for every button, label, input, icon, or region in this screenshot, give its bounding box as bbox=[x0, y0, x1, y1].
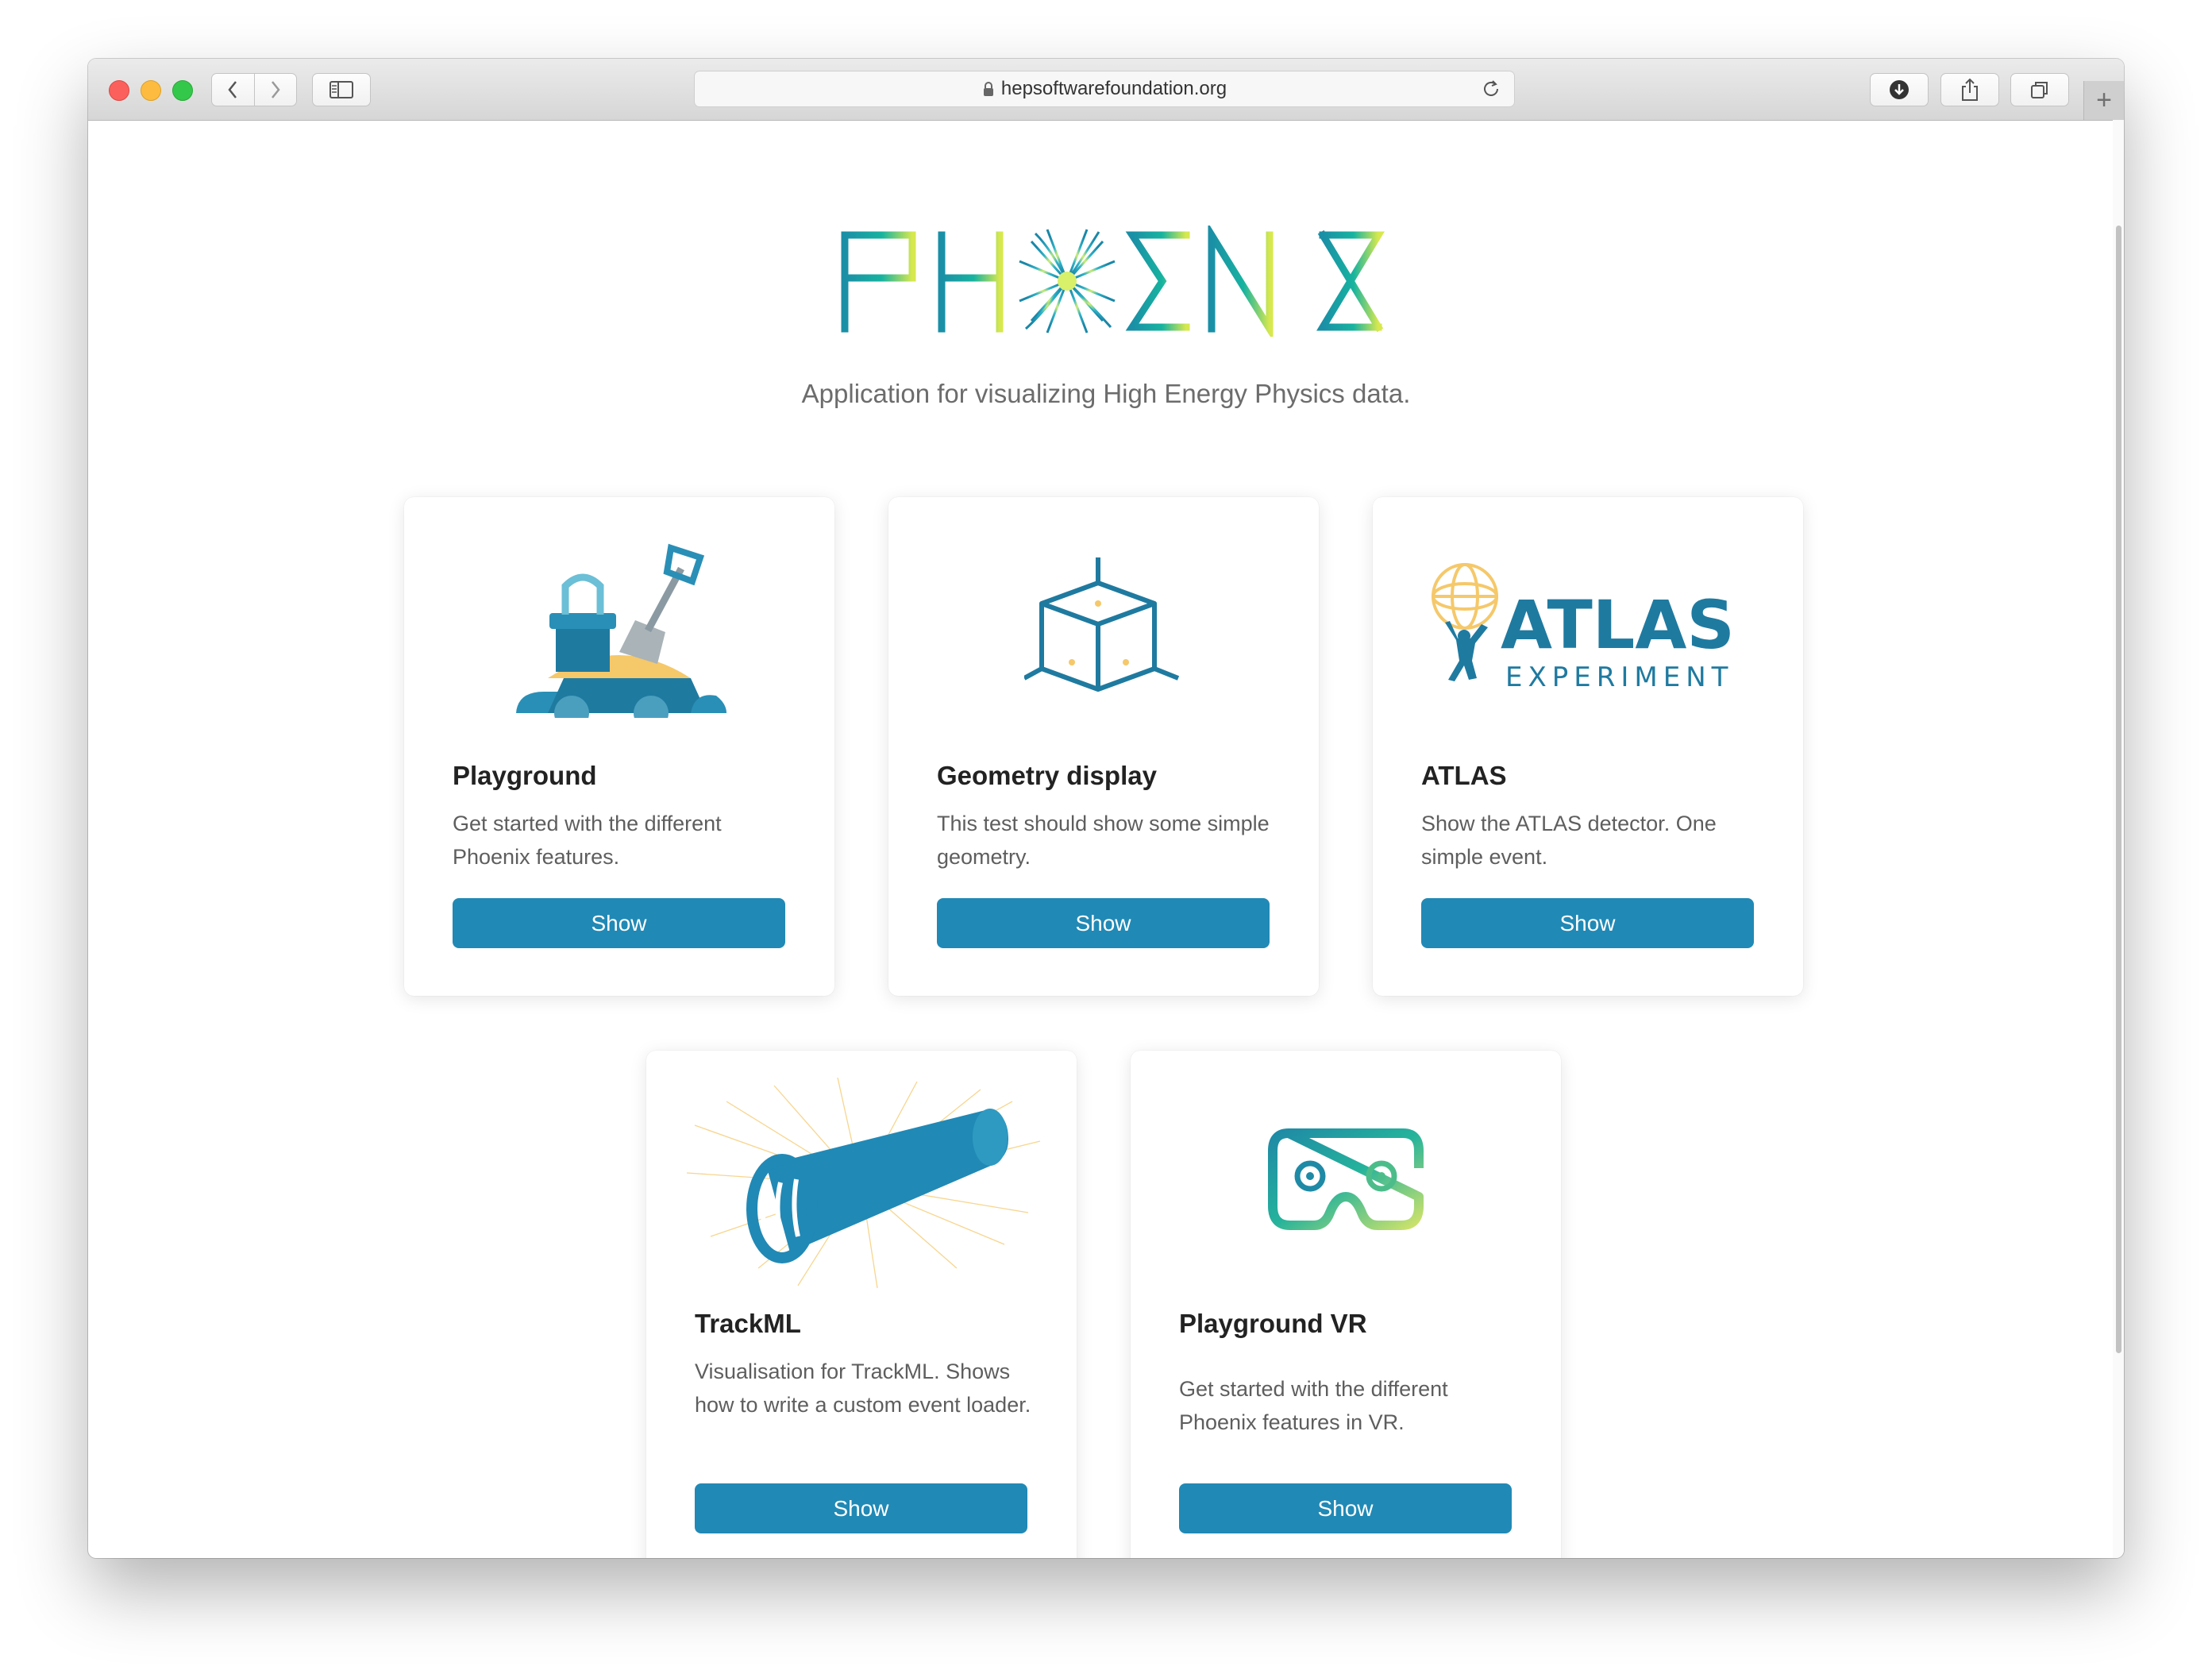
vr-headset-icon bbox=[1268, 1128, 1424, 1230]
card-geometry-display: Geometry display This test should show s… bbox=[888, 497, 1319, 996]
trackml-detector-icon bbox=[686, 1078, 1041, 1289]
show-geometry-display-button[interactable]: Show bbox=[937, 898, 1270, 948]
reload-icon[interactable] bbox=[1481, 79, 1501, 99]
forward-button[interactable] bbox=[255, 74, 297, 106]
page-content: Application for visualizing High Energy … bbox=[88, 121, 2124, 1558]
zoom-window-button[interactable] bbox=[172, 80, 193, 101]
card-description: Get started with the different Phoenix f… bbox=[1179, 1377, 1448, 1434]
phoenix-logo bbox=[841, 226, 1385, 337]
sidebar-icon bbox=[329, 81, 353, 98]
downloads-button[interactable] bbox=[1870, 73, 1929, 106]
card-description: Get started with the different Phoenix f… bbox=[453, 812, 722, 869]
cube-icon bbox=[1024, 557, 1180, 692]
history-nav-group bbox=[211, 73, 297, 106]
tabs-overview-button[interactable] bbox=[2010, 73, 2069, 106]
atlas-logo-subtext: EXPERIMENT bbox=[1505, 662, 1733, 693]
card-playground-vr: Playground VR Get started with the diffe… bbox=[1131, 1051, 1561, 1558]
tabs-icon bbox=[2031, 82, 2048, 98]
minimize-window-button[interactable] bbox=[141, 80, 161, 101]
card-title: ATLAS bbox=[1421, 761, 1507, 790]
card-title: Geometry display bbox=[937, 761, 1157, 790]
atlas-figure-icon bbox=[1445, 621, 1488, 681]
share-icon bbox=[1962, 78, 1978, 101]
back-button[interactable] bbox=[212, 74, 255, 106]
card-playground: Playground Get started with the differen… bbox=[404, 497, 834, 996]
url-text: hepsoftwarefoundation.org bbox=[1000, 78, 1227, 99]
download-icon bbox=[1890, 80, 1909, 99]
show-atlas-button[interactable]: Show bbox=[1421, 898, 1754, 948]
browser-window: hepsoftwarefoundation.org + Application … bbox=[88, 59, 2124, 1558]
chevron-right-icon bbox=[271, 81, 280, 98]
close-window-button[interactable] bbox=[109, 80, 129, 101]
sidebar-toggle-button[interactable] bbox=[312, 73, 371, 106]
sandbox-icon bbox=[516, 543, 726, 718]
card-title: Playground VR bbox=[1179, 1309, 1367, 1338]
card-atlas: ATLAS EXPERIMENT ATLAS Show the ATLAS de… bbox=[1373, 497, 1803, 996]
new-tab-button[interactable]: + bbox=[2083, 81, 2124, 120]
show-trackml-button[interactable]: Show bbox=[695, 1483, 1027, 1533]
address-bar[interactable]: hepsoftwarefoundation.org bbox=[694, 71, 1515, 107]
atlas-logo-text: ATLAS bbox=[1501, 586, 1735, 664]
card-description: Visualisation for TrackML. Shows how to … bbox=[695, 1360, 1031, 1417]
page-subtitle: Application for visualizing High Energy … bbox=[801, 379, 1411, 408]
browser-toolbar: hepsoftwarefoundation.org + bbox=[88, 59, 2124, 121]
show-playground-button[interactable]: Show bbox=[453, 898, 785, 948]
show-playground-vr-button[interactable]: Show bbox=[1179, 1483, 1512, 1533]
share-button[interactable] bbox=[1940, 73, 1999, 106]
card-title: Playground bbox=[453, 761, 597, 790]
chevron-left-icon bbox=[228, 81, 237, 98]
card-trackml: TrackML Visualisation for TrackML. Shows… bbox=[646, 1051, 1077, 1558]
card-title: TrackML bbox=[695, 1309, 801, 1338]
lock-icon bbox=[983, 82, 993, 96]
card-description: This test should show some simple geomet… bbox=[937, 812, 1270, 869]
card-description: Show the ATLAS detector. One simple even… bbox=[1421, 812, 1717, 869]
atlas-logo: ATLAS EXPERIMENT bbox=[1432, 563, 1735, 693]
